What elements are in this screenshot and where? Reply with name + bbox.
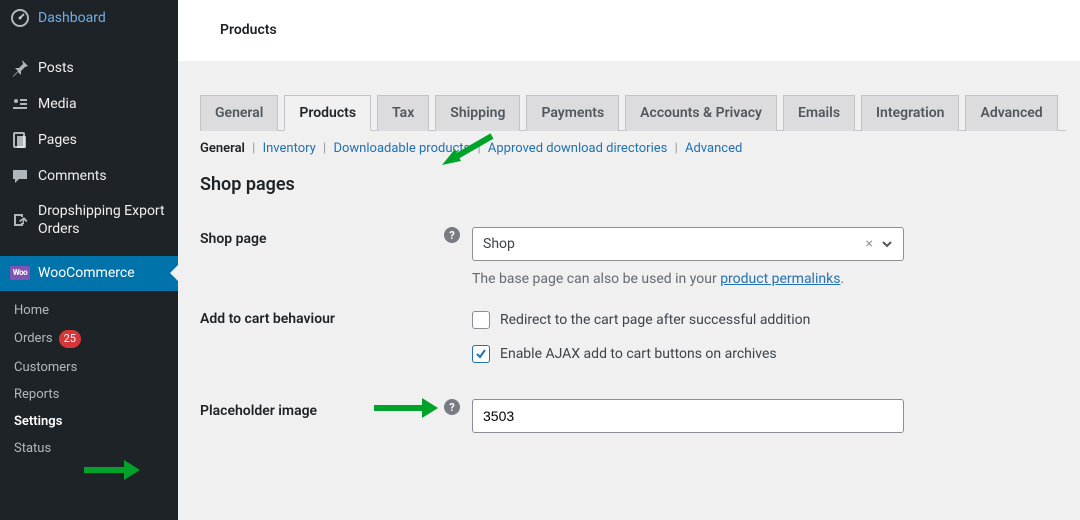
chevron-down-icon [881,238,893,250]
ajax-checkbox-label: Enable AJAX add to cart buttons on archi… [500,346,777,362]
page-header: Products [178,0,1080,61]
tab-shipping[interactable]: Shipping [435,95,520,131]
sidebar-item-dropshipping[interactable]: Dropshipping Export Orders [0,194,178,246]
media-icon [10,94,30,114]
submenu-item-label: Orders [14,331,53,346]
sidebar-item-media[interactable]: Media [0,86,178,122]
export-icon [10,210,30,230]
sidebar-item-woocommerce[interactable]: Woo WooCommerce [0,256,178,290]
woocommerce-icon: Woo [10,266,30,280]
product-permalinks-link[interactable]: product permalinks [720,271,840,287]
redirect-checkbox[interactable] [472,311,490,329]
shop-page-description: The base page can also be used in your p… [472,271,1056,287]
tab-accounts-privacy[interactable]: Accounts & Privacy [625,95,777,131]
ajax-checkbox[interactable] [472,345,490,363]
subsection-nav: General | Inventory | Downloadable produ… [200,141,1066,156]
sidebar-item-label: Posts [38,59,74,77]
separator: | [675,141,678,156]
submenu-item-customers[interactable]: Customers [0,354,178,381]
section-heading: Shop pages [200,174,1066,195]
woocommerce-submenu: Home Orders 25 Customers Reports Setting… [0,291,178,472]
clear-icon[interactable]: × [866,236,873,252]
sidebar-item-label: Dropshipping Export Orders [38,202,170,238]
placeholder-image-label: Placeholder image [200,403,317,419]
tab-payments[interactable]: Payments [526,95,619,131]
subsection-downloadable[interactable]: Downloadable products [333,141,470,156]
sidebar-item-posts[interactable]: Posts [0,50,178,86]
page-title: Products [220,22,1080,38]
pin-icon [10,58,30,78]
sidebar-item-dashboard[interactable]: Dashboard [0,0,178,36]
submenu-item-label: Settings [14,414,62,429]
submenu-item-label: Customers [14,360,77,375]
submenu-item-status[interactable]: Status [0,435,178,462]
sidebar-item-label: Pages [38,131,77,149]
admin-sidebar: Dashboard Posts Media Pages Comments Dro… [0,0,178,520]
subsection-inventory[interactable]: Inventory [263,141,316,156]
sidebar-item-label: Dashboard [38,9,106,27]
active-pointer-icon [170,265,178,281]
subsection-advanced[interactable]: Advanced [685,141,742,156]
shop-page-label: Shop page [200,231,267,247]
separator: | [323,141,326,156]
main-content: Products General Products Tax Shipping P… [178,0,1080,520]
pages-icon [10,130,30,150]
tab-tax[interactable]: Tax [377,95,429,131]
subsection-approved-dirs[interactable]: Approved download directories [488,141,667,156]
submenu-item-reports[interactable]: Reports [0,381,178,408]
submenu-item-home[interactable]: Home [0,297,178,324]
sidebar-item-label: Comments [38,167,107,185]
shop-page-select[interactable]: Shop × [472,227,904,261]
dashboard-icon [10,8,30,28]
redirect-checkbox-label: Redirect to the cart page after successf… [500,312,810,328]
submenu-item-label: Status [14,441,51,456]
tab-integration[interactable]: Integration [861,95,959,131]
help-icon[interactable]: ? [444,399,460,415]
tab-general[interactable]: General [200,95,278,131]
tab-advanced[interactable]: Advanced [965,95,1057,131]
separator: | [252,141,255,156]
separator: | [477,141,480,156]
sidebar-item-comments[interactable]: Comments [0,158,178,194]
comments-icon [10,166,30,186]
submenu-item-orders[interactable]: Orders 25 [0,324,178,354]
sidebar-item-label: Media [38,95,77,113]
add-to-cart-label: Add to cart behaviour [200,311,335,327]
submenu-item-settings[interactable]: Settings [0,408,178,435]
tab-emails[interactable]: Emails [783,95,855,131]
shop-page-value: Shop [483,236,515,252]
sidebar-item-pages[interactable]: Pages [0,122,178,158]
settings-tabs: General Products Tax Shipping Payments A… [200,95,1066,131]
submenu-item-label: Home [14,303,49,318]
orders-count-badge: 25 [59,330,81,348]
help-icon[interactable]: ? [444,227,460,243]
placeholder-image-input[interactable] [472,399,904,433]
subsection-general[interactable]: General [200,141,245,156]
tab-products[interactable]: Products [284,95,371,131]
sidebar-item-label: WooCommerce [38,264,135,282]
submenu-item-label: Reports [14,387,59,402]
